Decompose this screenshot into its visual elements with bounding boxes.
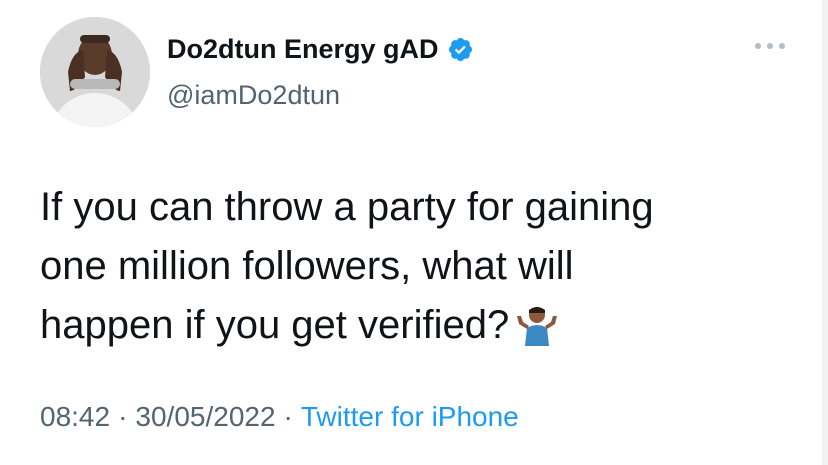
author-display-name[interactable]: Do2dtun Energy gAD: [167, 33, 439, 65]
avatar[interactable]: [40, 17, 150, 127]
separator: ·: [283, 401, 293, 432]
tweet-date[interactable]: 30/05/2022: [135, 401, 275, 432]
right-edge-divider: [822, 0, 828, 465]
more-dot: [779, 43, 785, 49]
tweet-time[interactable]: 08:42: [40, 401, 110, 432]
tweet-meta: 08:42 · 30/05/2022 · Twitter for iPhone: [40, 400, 519, 434]
shrug-emoji-icon: [515, 302, 559, 363]
tweet-text-line: happen if you get verified?: [40, 296, 780, 363]
separator: ·: [118, 401, 128, 432]
tweet-text-line-content: one million followers, what will: [40, 244, 574, 288]
verified-badge-icon: [447, 36, 474, 63]
tweet-text: If you can throw a party for gaining one…: [40, 178, 780, 363]
more-dot: [767, 43, 773, 49]
tweet-source-link[interactable]: Twitter for iPhone: [301, 401, 519, 432]
tweet-text-line: If you can throw a party for gaining: [40, 185, 654, 229]
author-name-row[interactable]: Do2dtun Energy gAD: [167, 33, 474, 65]
tweet-text-line-content: happen if you get verified?: [40, 303, 510, 347]
tweet-text-line: one million followers, what will: [40, 237, 780, 296]
more-dot: [755, 43, 761, 49]
author-handle[interactable]: @iamDo2dtun: [167, 79, 340, 111]
more-horizontal-icon[interactable]: [755, 38, 785, 54]
